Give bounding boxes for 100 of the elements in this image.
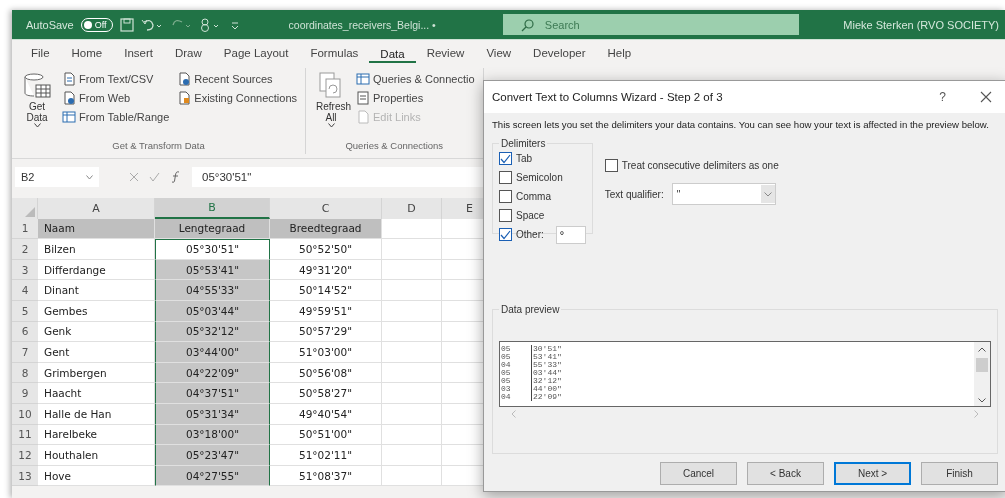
preview-cell: 03 [500, 385, 532, 393]
checkbox-label[interactable]: Treat consecutive delimiters as one [621, 160, 779, 171]
caret-icon [33, 123, 41, 128]
table-cell: 05°30'51" [155, 239, 270, 260]
dialog-button[interactable]: < Back [747, 462, 824, 485]
table-cell: 50°14'52" [270, 280, 382, 301]
scroll-thumb[interactable] [976, 358, 988, 372]
dialog-button[interactable]: Finish [921, 462, 998, 485]
row-header[interactable]: 10 [12, 403, 38, 425]
column-header[interactable]: C [270, 198, 382, 219]
document-icon [177, 72, 192, 86]
search-field[interactable]: Search [502, 14, 799, 35]
checkbox-label[interactable]: Space [516, 210, 545, 221]
row-header[interactable]: 11 [12, 424, 38, 446]
dialog-title: Convert Text to Columns Wizard - Step 2 of 3 [492, 91, 723, 103]
check-icon [500, 153, 511, 164]
table-cell: Naam [38, 218, 155, 240]
table-cell: 50°51'00" [270, 424, 382, 446]
other-delimiter-field[interactable]: ° [555, 225, 586, 244]
table-cell: 51°02'11" [270, 445, 382, 466]
group-label: Get & Transform Data [111, 140, 206, 153]
table-cell: 04°55'33" [155, 280, 270, 301]
close-icon[interactable] [980, 91, 992, 103]
column-header[interactable]: D [382, 198, 442, 219]
save-icon[interactable] [119, 17, 134, 32]
checkbox-label[interactable]: Comma [516, 191, 551, 202]
scroll-up-icon[interactable] [978, 347, 986, 352]
table-cell: 50°57'29" [270, 321, 382, 343]
row-header[interactable]: 12 [12, 445, 38, 466]
caret-icon[interactable] [86, 174, 93, 180]
ribbon-command[interactable]: From Web [62, 90, 170, 106]
get-data-button[interactable]: Get Data [20, 71, 54, 140]
name-box[interactable]: B2 [15, 167, 99, 187]
help-button[interactable]: ? [939, 90, 946, 104]
ribbon-tab[interactable]: Developer [522, 42, 597, 64]
document-icon [62, 91, 76, 105]
text-qualifier-dropdown[interactable]: " [671, 183, 776, 205]
cancel-icon[interactable] [129, 172, 139, 182]
dialog-button[interactable]: Cancel [660, 462, 737, 485]
ribbon-command[interactable]: From Table/Range [62, 109, 170, 125]
ribbon-command[interactable]: Queries & Connectio [356, 71, 475, 87]
checkbox[interactable] [499, 152, 512, 165]
row-header[interactable]: 2 [12, 239, 38, 260]
customize-icon[interactable] [229, 19, 240, 30]
row-header[interactable]: 7 [12, 342, 38, 363]
ribbon-tab[interactable]: View [475, 42, 523, 64]
vertical-scrollbar[interactable] [974, 342, 990, 406]
row-header[interactable]: 13 [12, 465, 38, 487]
row-header[interactable]: 5 [12, 300, 38, 322]
ribbon-tab[interactable]: File [20, 42, 61, 64]
function-icon[interactable] [170, 171, 182, 183]
preview-cell: 22'09" [532, 393, 562, 401]
scroll-down-icon[interactable] [978, 398, 986, 403]
preview-cell: 03'44" [532, 369, 562, 377]
user-name[interactable]: Mieke Sterken (RVO SOCIETY) [843, 18, 999, 31]
checkbox[interactable] [499, 171, 512, 184]
ribbon-tab[interactable]: Draw [164, 42, 213, 64]
table-cell: 51°03'00" [270, 342, 382, 363]
table-cell: 04°27'55" [155, 465, 270, 487]
ribbon-command[interactable]: Properties [356, 90, 475, 106]
ribbon-tab[interactable]: Help [596, 42, 643, 64]
undo-icon[interactable] [140, 17, 163, 32]
checkbox-label[interactable]: Other: [516, 229, 544, 240]
table-cell: Lengtegraad [155, 218, 270, 240]
ribbon-tab[interactable]: Home [60, 42, 114, 64]
ribbon-tab[interactable]: Insert [113, 42, 164, 64]
document-icon [356, 91, 371, 105]
ribbon-command[interactable]: Existing Connections [177, 90, 298, 106]
refresh-all-button[interactable]: Refresh All [314, 71, 349, 140]
column-header[interactable]: A [38, 198, 155, 219]
dialog-button[interactable]: Next > [834, 462, 911, 485]
row-header[interactable]: 4 [12, 280, 38, 301]
dialog-description: This screen lets you set the delimiters your data contains. You can see how your text is affected in the preview below. [492, 119, 990, 130]
ribbon-tab[interactable]: Review [415, 42, 476, 64]
row-header[interactable]: 6 [12, 321, 38, 343]
checkbox-label[interactable]: Semicolon [516, 172, 563, 183]
table-icon [62, 110, 76, 124]
row-header[interactable]: 8 [12, 362, 38, 384]
preview-cell: 30'51" [532, 345, 562, 353]
checkbox[interactable] [499, 190, 512, 203]
checkbox[interactable] [604, 159, 618, 172]
row-header[interactable]: 1 [12, 218, 38, 240]
ribbon-tab[interactable]: Formulas [299, 42, 370, 64]
column-header[interactable]: B [155, 198, 270, 219]
caret-icon[interactable] [763, 191, 772, 197]
checkbox-label[interactable]: Tab [516, 153, 533, 164]
ribbon-command[interactable]: From Text/CSV [62, 71, 170, 87]
table-cell: 04°22'09" [155, 362, 270, 384]
checkbox[interactable] [499, 228, 512, 241]
checkbox[interactable] [499, 209, 512, 222]
ribbon-tab[interactable]: Data [369, 43, 416, 63]
row-header[interactable]: 3 [12, 259, 38, 281]
table-cell: 49°31'20" [270, 259, 382, 281]
table-cell: 50°52'50" [270, 239, 382, 260]
preview-cell: 04 [500, 393, 532, 401]
ribbon-tab[interactable]: Page Layout [212, 42, 300, 64]
row-header[interactable]: 9 [12, 383, 38, 404]
table-cell: 05°31'34" [155, 403, 270, 425]
ribbon-command[interactable]: Recent Sources [177, 71, 298, 87]
table-cell: 51°08'37" [270, 465, 382, 487]
